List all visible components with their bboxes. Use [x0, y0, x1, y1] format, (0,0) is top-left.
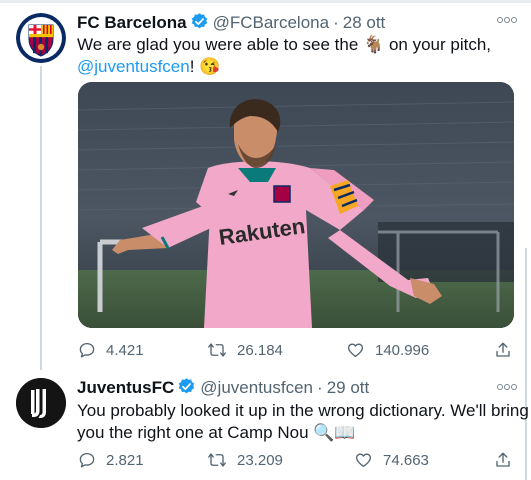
verified-badge-icon — [191, 13, 207, 29]
reply-icon — [79, 452, 95, 468]
share-icon — [496, 452, 510, 467]
retweet-count: 26.184 — [237, 342, 283, 359]
like-button[interactable]: 140.996 — [346, 341, 429, 360]
fc-barcelona-crest-logo — [16, 13, 66, 63]
author-name[interactable]: FC Barcelona — [77, 13, 187, 32]
tweet-text-line-2: @juventusfcen! 😘 — [77, 56, 220, 78]
tweet-text-line-1: You probably looked it up in the wrong d… — [77, 401, 529, 420]
reply-button[interactable]: 4.421 — [78, 341, 144, 360]
share-button[interactable] — [494, 451, 522, 470]
more-icon[interactable] — [497, 384, 517, 390]
tweet-date[interactable]: 28 ott — [343, 13, 386, 32]
author-name[interactable]: JuventusFC — [77, 378, 174, 397]
tweet-text-segment: We are glad you were able to see the — [77, 35, 359, 54]
reply-count: 2.821 — [106, 452, 144, 469]
tweet-header: FC Barcelona @FCBarcelona · 28 ott — [77, 12, 385, 34]
tweet-header: JuventusFC @juventusfcen · 29 ott — [77, 377, 369, 399]
retweet-icon — [208, 343, 226, 357]
separator-dot: · — [333, 13, 339, 32]
tweet-text-line-1: We are glad you were able to see the 🐐 o… — [77, 34, 491, 56]
retweet-button[interactable]: 23.209 — [207, 451, 283, 470]
thread-connector-line — [40, 66, 42, 370]
reply-count: 4.421 — [106, 342, 144, 359]
verified-badge-icon — [179, 378, 195, 394]
share-icon — [496, 342, 510, 357]
tweet-text-line-2: you the right one at Camp Nou 🔍📖 — [77, 422, 356, 444]
like-icon — [355, 453, 372, 468]
retweet-count: 23.209 — [237, 452, 283, 469]
separator-dot: · — [317, 378, 323, 397]
tweet-date[interactable]: 29 ott — [327, 378, 370, 397]
retweet-icon — [208, 453, 226, 467]
top-divider — [0, 0, 531, 3]
player-photo-illustration: Rakuten — [78, 82, 514, 328]
juventus-logo — [16, 378, 66, 428]
author-handle[interactable]: @juventusfcen — [200, 378, 313, 397]
fcbarcelona-avatar[interactable] — [16, 13, 66, 63]
goat-emoji: 🐐 — [363, 35, 385, 54]
right-edge-line — [525, 248, 527, 480]
like-icon — [347, 343, 364, 358]
like-button[interactable]: 74.663 — [354, 451, 429, 470]
juventusfc-avatar[interactable] — [16, 378, 66, 428]
tweet-text-segment: on your pitch, — [388, 35, 492, 54]
retweet-button[interactable]: 26.184 — [207, 341, 283, 360]
mention-link[interactable]: @juventusfcen — [77, 57, 190, 76]
author-handle[interactable]: @FCBarcelona — [213, 13, 329, 32]
tweet-text-segment: you the right one at Camp Nou — [77, 423, 309, 442]
tweet-text-segment: ! — [189, 57, 195, 76]
reply-button[interactable]: 2.821 — [78, 451, 144, 470]
share-button[interactable] — [494, 341, 522, 360]
reply-icon — [79, 342, 95, 358]
tweet-photo[interactable]: Rakuten — [78, 82, 514, 328]
like-count: 140.996 — [375, 342, 430, 359]
more-icon[interactable] — [497, 17, 517, 23]
magnifier-book-emoji: 🔍📖 — [313, 423, 356, 442]
kiss-emoji: 😘 — [199, 57, 221, 76]
like-count: 74.663 — [383, 452, 429, 469]
